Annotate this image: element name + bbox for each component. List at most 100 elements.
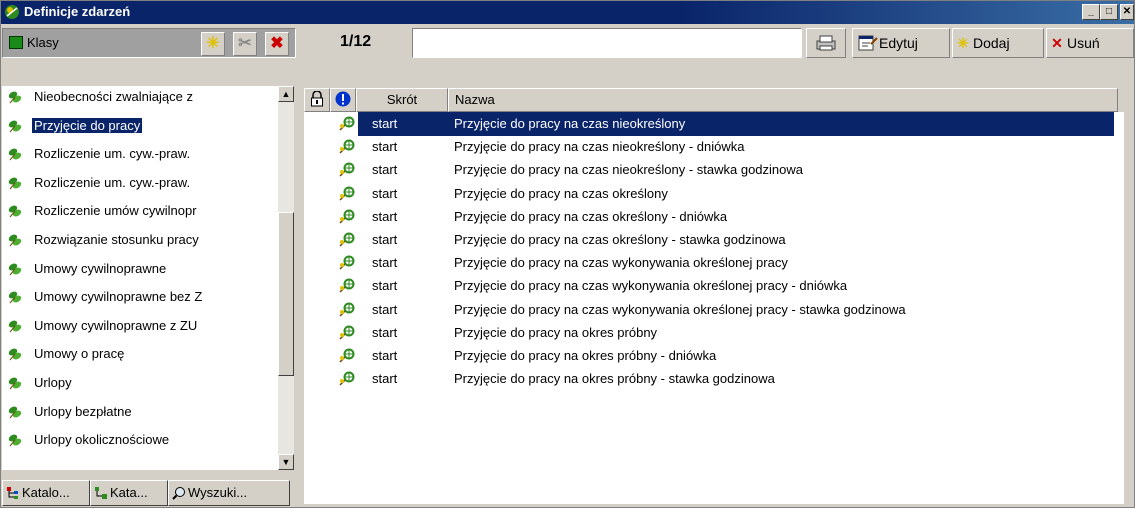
catalog-tree-icon — [7, 487, 18, 499]
table-row[interactable]: start Przyjęcie do pracy na okres próbny … — [304, 344, 1124, 368]
table-row[interactable]: start Przyjęcie do pracy na czas określon… — [304, 182, 1124, 206]
cell-short: start — [372, 278, 398, 294]
close-button[interactable]: ✕ — [1120, 4, 1134, 20]
classes-label: Klasy — [27, 35, 59, 50]
app-icon — [5, 5, 19, 19]
scroll-thumb[interactable] — [278, 212, 294, 376]
class-list-item[interactable]: Umowy cywilnoprawne z ZU — [2, 315, 278, 339]
search-input[interactable] — [412, 28, 802, 58]
panel-splitter[interactable] — [296, 26, 300, 508]
cell-name: Przyjęcie do pracy na czas nieokreślony … — [454, 139, 745, 155]
column-alert[interactable] — [330, 88, 356, 112]
table-row[interactable]: start Przyjęcie do pracy na okres próbny … — [304, 367, 1124, 391]
column-name[interactable]: Nazwa — [448, 88, 1118, 112]
events-grid[interactable]: start Przyjęcie do pracy na czas nieokreś… — [304, 112, 1124, 504]
leaf-icon — [8, 177, 22, 190]
add-class-button[interactable]: ✳ — [201, 32, 225, 56]
event-start-icon — [339, 209, 355, 224]
event-start-icon — [339, 162, 355, 177]
window-title: Definicje zdarzeń — [24, 4, 131, 19]
event-start-icon — [339, 348, 355, 363]
magnifier-icon — [172, 487, 185, 500]
table-row[interactable]: start Przyjęcie do pracy na czas nieokreś… — [304, 158, 1124, 182]
class-list-item-label: Rozliczenie um. cyw.-praw. — [34, 174, 191, 190]
class-list-item[interactable]: Rozliczenie umów cywilnopr — [2, 200, 278, 224]
add-button[interactable]: ✳ Dodaj — [952, 28, 1044, 58]
edit-class-button[interactable]: ✂ — [233, 32, 257, 56]
event-start-icon — [339, 371, 355, 386]
catalog-tree-green-icon — [95, 487, 107, 499]
maximize-button[interactable]: □ — [1100, 4, 1118, 20]
column-lock[interactable] — [304, 88, 330, 112]
cell-name: Przyjęcie do pracy na czas nieokreślony … — [454, 162, 804, 178]
leaf-icon — [8, 291, 22, 304]
class-list-item-label: Rozliczenie um. cyw.-praw. — [34, 146, 191, 162]
class-list-item-label: Rozwiązanie stosunku pracy — [34, 232, 199, 247]
print-button[interactable] — [806, 28, 846, 58]
class-list-item[interactable]: Urlopy — [2, 372, 278, 396]
cell-name: Przyjęcie do pracy na okres próbny - sta… — [454, 371, 775, 387]
record-counter: 1/12 — [340, 33, 372, 50]
event-start-icon — [339, 278, 355, 293]
title-bar[interactable]: Definicje zdarzeń _ □ ✕ — [0, 0, 1135, 24]
leaf-icon — [8, 205, 22, 218]
class-list-item[interactable]: Rozliczenie um. cyw.-praw. — [2, 172, 278, 196]
event-start-icon — [339, 255, 355, 270]
cell-name: Przyjęcie do pracy na czas określony — [454, 185, 668, 201]
class-list[interactable]: Nieobecności zwalniające z Przyjęcie do p… — [2, 86, 278, 470]
class-list-item[interactable]: Umowy cywilnoprawne — [2, 258, 278, 282]
table-row[interactable]: start Przyjęcie do pracy na czas wykonywa… — [304, 274, 1124, 298]
class-list-item-label: Umowy cywilnoprawne bez Z — [34, 289, 203, 305]
leaf-icon — [8, 234, 22, 247]
table-row[interactable]: start Przyjęcie do pracy na czas określon… — [304, 228, 1124, 252]
cell-short: start — [372, 232, 398, 247]
cell-name: Przyjęcie do pracy na okres próbny — [454, 324, 658, 340]
edit-button-label: Edytuj — [879, 35, 918, 51]
cell-short: start — [358, 112, 448, 136]
event-start-icon — [339, 325, 355, 340]
table-row[interactable]: start Przyjęcie do pracy na czas nieokreś… — [304, 135, 1124, 159]
class-list-item[interactable]: Umowy cywilnoprawne bez Z — [2, 286, 278, 310]
leaf-icon — [8, 406, 22, 418]
event-start-icon — [339, 302, 355, 317]
cell-name: Przyjęcie do pracy na czas wykonywania o… — [454, 278, 848, 294]
table-row[interactable]: start Przyjęcie do pracy na czas określon… — [304, 205, 1124, 229]
tab-catalog-label: Katalo... — [22, 485, 70, 500]
edit-button[interactable]: Edytuj — [852, 28, 950, 58]
cell-name: Przyjęcie do pracy na czas określony - d… — [454, 208, 728, 224]
cell-name: Przyjęcie do pracy na czas określony - s… — [454, 232, 786, 247]
scroll-down-button[interactable]: ▼ — [278, 454, 294, 470]
cell-short: start — [372, 301, 398, 317]
tab-catalog-2-label: Kata... — [110, 485, 148, 500]
class-list-item-label: Urlopy bezpłatne — [34, 403, 132, 419]
class-list-item-label: Urlopy okolicznościowe — [34, 432, 170, 448]
classes-icon — [9, 36, 23, 49]
class-list-item[interactable]: Nieobecności zwalniające z — [2, 86, 278, 110]
cell-name: Przyjęcie do pracy na okres próbny - dni… — [454, 348, 717, 363]
cell-short: start — [372, 371, 398, 387]
add-button-label: Dodaj — [973, 35, 1010, 51]
table-row[interactable]: start Przyjęcie do pracy na czas wykonywa… — [304, 251, 1124, 275]
class-list-item[interactable]: Rozliczenie um. cyw.-praw. — [2, 143, 278, 167]
classes-header: Klasy ✳ ✂ ✖ — [2, 28, 296, 58]
column-short[interactable]: Skrót — [356, 88, 448, 112]
scroll-up-button[interactable]: ▲ — [278, 86, 294, 102]
class-list-item[interactable]: Umowy o pracę — [2, 343, 278, 367]
class-list-item[interactable]: Rozwiązanie stosunku pracy — [2, 229, 278, 253]
class-list-item[interactable]: Urlopy okolicznościowe — [2, 429, 278, 453]
delete-button[interactable]: ✕ Usuń — [1046, 28, 1134, 58]
table-row[interactable]: start Przyjęcie do pracy na czas wykonywa… — [304, 298, 1124, 322]
class-list-item[interactable]: Przyjęcie do pracy — [2, 115, 278, 139]
table-row[interactable]: start Przyjęcie do pracy na czas nieokreś… — [304, 112, 1124, 136]
tab-catalog[interactable]: Katalo... — [2, 480, 90, 506]
cell-short: start — [372, 139, 398, 155]
tab-catalog-2[interactable]: Kata... — [90, 480, 168, 506]
table-row[interactable]: start Przyjęcie do pracy na okres próbny — [304, 321, 1124, 345]
class-list-scrollbar[interactable]: ▲ ▼ — [278, 86, 294, 470]
minimize-button[interactable]: _ — [1082, 4, 1100, 20]
class-list-item[interactable]: Urlopy bezpłatne — [2, 401, 278, 425]
cell-short: start — [372, 255, 398, 271]
leaf-icon — [8, 263, 22, 275]
tab-search[interactable]: Wyszuki... — [168, 480, 290, 506]
delete-class-button[interactable]: ✖ — [265, 32, 289, 56]
